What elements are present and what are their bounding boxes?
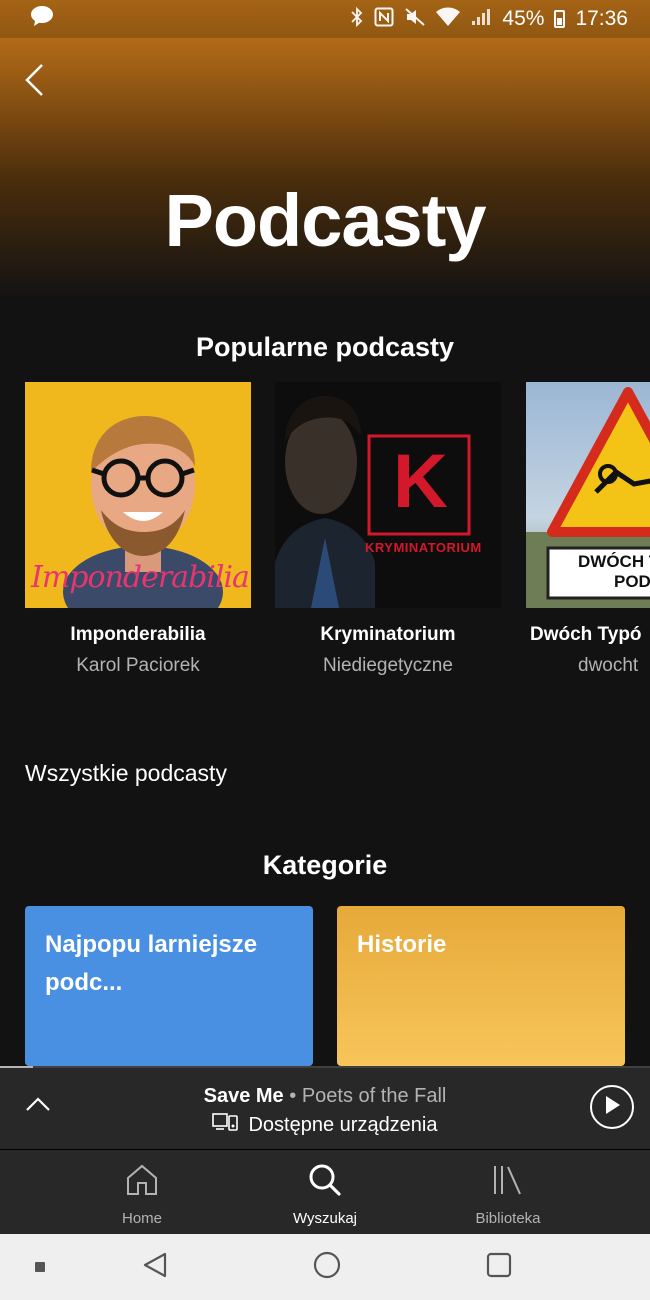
triangle-back-icon: [141, 1251, 169, 1284]
nav-home[interactable]: Home: [77, 1150, 207, 1234]
circle-home-icon: [312, 1250, 342, 1285]
track-separator: •: [289, 1085, 297, 1107]
category-tile-popular[interactable]: Najpopu larniejsze podc...: [25, 906, 313, 1066]
system-recents-button[interactable]: [482, 1251, 516, 1283]
playback-progress-fill: [0, 1066, 33, 1068]
play-button[interactable]: [590, 1085, 634, 1129]
category-label: Historie: [357, 931, 447, 958]
nav-label: Biblioteka: [475, 1210, 541, 1227]
cover-title-kryminatorium: KRYMINATORIUM: [365, 540, 482, 555]
nav-search[interactable]: Wyszukaj: [260, 1150, 390, 1234]
page-title: Podcasty: [164, 179, 486, 262]
home-icon: [125, 1162, 159, 1198]
category-tile-stories[interactable]: Historie: [337, 906, 625, 1066]
signal-icon: [470, 7, 492, 32]
podcast-cover-imponderabilia: Imponderabilia: [25, 382, 251, 608]
search-icon: [308, 1162, 342, 1198]
system-back-button[interactable]: [138, 1251, 172, 1283]
podcast-name: Imponderabilia: [70, 624, 206, 645]
nav-library[interactable]: Biblioteka: [443, 1150, 573, 1234]
mute-icon: [404, 7, 426, 32]
clock: 17:36: [575, 7, 628, 30]
status-bar: 45% 17:36: [0, 0, 650, 38]
play-icon: [603, 1095, 621, 1120]
wifi-icon: [436, 7, 461, 32]
track-info: Save Me • Poets of the Fall: [0, 1085, 650, 1108]
nav-label: Wyszukaj: [292, 1210, 358, 1227]
category-label: Najpopu larniejsze podc...: [45, 931, 258, 996]
battery-icon: [554, 10, 566, 28]
battery-percent: 45%: [502, 7, 545, 30]
podcast-card-imponderabilia[interactable]: Imponderabilia Imponderabilia Karol Paci…: [25, 382, 251, 677]
podcast-author: dwocht: [578, 655, 639, 676]
bluetooth-icon: [350, 6, 364, 32]
podcast-author: Niediegetyczne: [323, 655, 453, 676]
now-playing-bar[interactable]: Save Me • Poets of the Fall Dostępne urz…: [0, 1066, 650, 1150]
podcast-cover-dwoch-typow: DWÓCH T PODCA: [526, 382, 650, 608]
devices-label: Dostępne urządzenia: [248, 1113, 438, 1136]
cover-letter-k: K: [393, 439, 448, 524]
chevron-left-icon: [23, 63, 45, 102]
podcast-name: Kryminatorium: [320, 624, 456, 645]
popular-podcasts-heading: Popularne podcasty: [195, 332, 455, 362]
cover-title-imponderabilia: Imponderabilia: [31, 560, 250, 595]
square-recents-icon: [485, 1251, 513, 1284]
devices-available[interactable]: Dostępne urządzenia: [0, 1112, 650, 1138]
system-dot-icon[interactable]: [33, 1251, 47, 1283]
bottom-navigation: Home Wyszukaj Biblioteka: [0, 1150, 650, 1234]
message-icon: [30, 5, 54, 33]
podcast-author: Karol Paciorek: [76, 655, 200, 676]
back-button[interactable]: [16, 62, 52, 102]
podcast-card-kryminatorium[interactable]: K KRYMINATORIUM Kryminatorium Niediegety…: [275, 382, 501, 677]
track-title: Save Me: [203, 1085, 284, 1107]
system-home-button[interactable]: [310, 1251, 344, 1283]
categories-heading: Kategorie: [262, 850, 388, 880]
podcast-cover-kryminatorium: K KRYMINATORIUM: [275, 382, 501, 608]
system-navigation-bar: [0, 1234, 650, 1300]
track-artist: Poets of the Fall: [301, 1085, 447, 1107]
all-podcasts-link[interactable]: Wszystkie podcasty: [25, 760, 227, 787]
nav-label: Home: [121, 1210, 162, 1227]
podcast-card-dwoch-typow[interactable]: DWÓCH T PODCA Dwóch Typó dwocht: [526, 382, 650, 677]
devices-icon: [212, 1112, 239, 1138]
nfc-icon: [374, 7, 394, 32]
podcast-name: Dwóch Typó: [530, 624, 642, 645]
cover-text-line-1: DWÓCH T: [578, 552, 650, 571]
cover-text-line-2: PODCA: [614, 572, 650, 591]
playback-progress: [0, 1066, 650, 1068]
library-icon: [491, 1162, 525, 1198]
podcast-carousel[interactable]: Imponderabilia Imponderabilia Karol Paci…: [0, 382, 650, 682]
